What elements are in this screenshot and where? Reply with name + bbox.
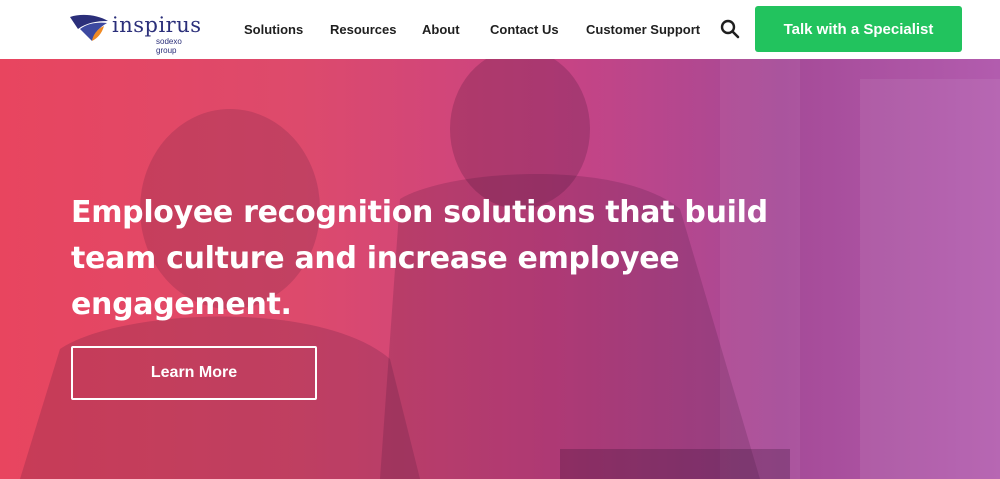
hero-banner: Employee recognition solutions that buil… xyxy=(0,59,1000,479)
logo-tagline: sodexo group xyxy=(156,37,182,55)
site-header: inspirus sodexo group Solutions Resource… xyxy=(0,0,1000,59)
nav-contact-us[interactable]: Contact Us xyxy=(490,22,559,37)
inspirus-logo[interactable]: inspirus sodexo group xyxy=(70,9,202,55)
hero-title: Employee recognition solutions that buil… xyxy=(71,195,768,322)
learn-more-button[interactable]: Learn More xyxy=(71,346,317,400)
nav-resources[interactable]: Resources xyxy=(330,22,396,37)
nav-customer-support[interactable]: Customer Support xyxy=(586,22,700,37)
nav-solutions[interactable]: Solutions xyxy=(244,22,303,37)
talk-with-specialist-button[interactable]: Talk with a Specialist xyxy=(755,6,962,52)
search-icon[interactable] xyxy=(720,19,740,39)
logo-wordmark: inspirus xyxy=(112,13,202,37)
nav-about[interactable]: About xyxy=(422,22,460,37)
logo-wing-icon xyxy=(70,14,108,41)
